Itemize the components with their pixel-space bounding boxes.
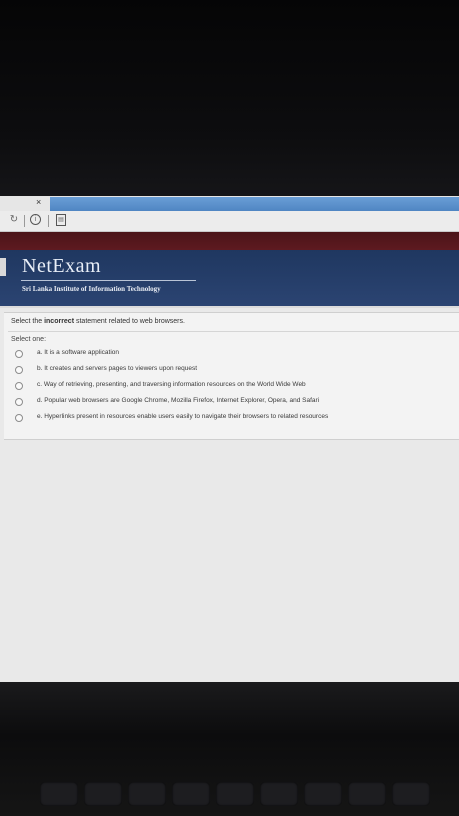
answer-option-c[interactable]: c. Way of retrieving, presenting, and tr…: [15, 381, 455, 391]
site-brand[interactable]: NetExam: [22, 255, 101, 278]
option-label: d. Popular web browsers are Google Chrom…: [37, 397, 320, 404]
browser-toolbar: ↻ i ▤: [0, 211, 459, 232]
question-text: Select the incorrect statement related t…: [11, 318, 185, 325]
keyboard-key: [348, 782, 386, 806]
answer-option-a[interactable]: a. It is a software application: [15, 349, 455, 359]
info-icon[interactable]: i: [30, 214, 41, 225]
question-prefix: Select the: [11, 318, 45, 325]
keyboard-key: [260, 782, 298, 806]
tab-bar: ×: [0, 196, 459, 213]
option-label: b. It creates and servers pages to viewe…: [37, 365, 198, 372]
answer-option-b[interactable]: b. It creates and servers pages to viewe…: [15, 365, 455, 375]
main-content: Select the incorrect statement related t…: [0, 308, 459, 682]
select-one-label: Select one:: [11, 336, 47, 343]
keyboard-key: [128, 782, 166, 806]
keyboard-key: [84, 782, 122, 806]
option-label: e. Hyperlinks present in resources enabl…: [37, 413, 329, 420]
keyboard-key: [40, 782, 78, 806]
question-emphasis: incorrect: [44, 318, 75, 325]
toolbar-divider: [48, 215, 49, 227]
brand-underline: [21, 280, 196, 281]
site-header: NetExam Sri Lanka Institute of Informati…: [0, 250, 459, 306]
logo-icon: [0, 258, 6, 276]
radio-button[interactable]: [15, 414, 23, 422]
top-banner: [0, 232, 459, 250]
page-icon[interactable]: ▤: [56, 214, 66, 226]
radio-button[interactable]: [15, 398, 23, 406]
keyboard-key: [392, 782, 430, 806]
question-panel: Select the incorrect statement related t…: [4, 312, 459, 440]
question-suffix: statement related to web browsers.: [74, 318, 185, 325]
radio-button[interactable]: [15, 366, 23, 374]
keyboard-key: [172, 782, 210, 806]
keyboard-row: [40, 782, 459, 808]
answer-option-e[interactable]: e. Hyperlinks present in resources enabl…: [15, 413, 455, 423]
site-subtitle: Sri Lanka Institute of Information Techn…: [22, 285, 161, 293]
tab-close-button[interactable]: ×: [36, 197, 41, 207]
reload-icon[interactable]: ↻: [8, 214, 20, 226]
keyboard-key: [304, 782, 342, 806]
answer-option-d[interactable]: d. Popular web browsers are Google Chrom…: [15, 397, 455, 407]
question-divider: [8, 331, 459, 332]
screen: × ↻ i ▤ NetExam Sri Lanka Institute of I…: [0, 196, 459, 682]
keyboard-key: [216, 782, 254, 806]
radio-button[interactable]: [15, 382, 23, 390]
radio-button[interactable]: [15, 350, 23, 358]
option-label: a. It is a software application: [37, 349, 120, 356]
option-label: c. Way of retrieving, presenting, and tr…: [37, 381, 306, 388]
monitor-bezel-top: [0, 0, 459, 196]
toolbar-divider: [24, 215, 25, 227]
